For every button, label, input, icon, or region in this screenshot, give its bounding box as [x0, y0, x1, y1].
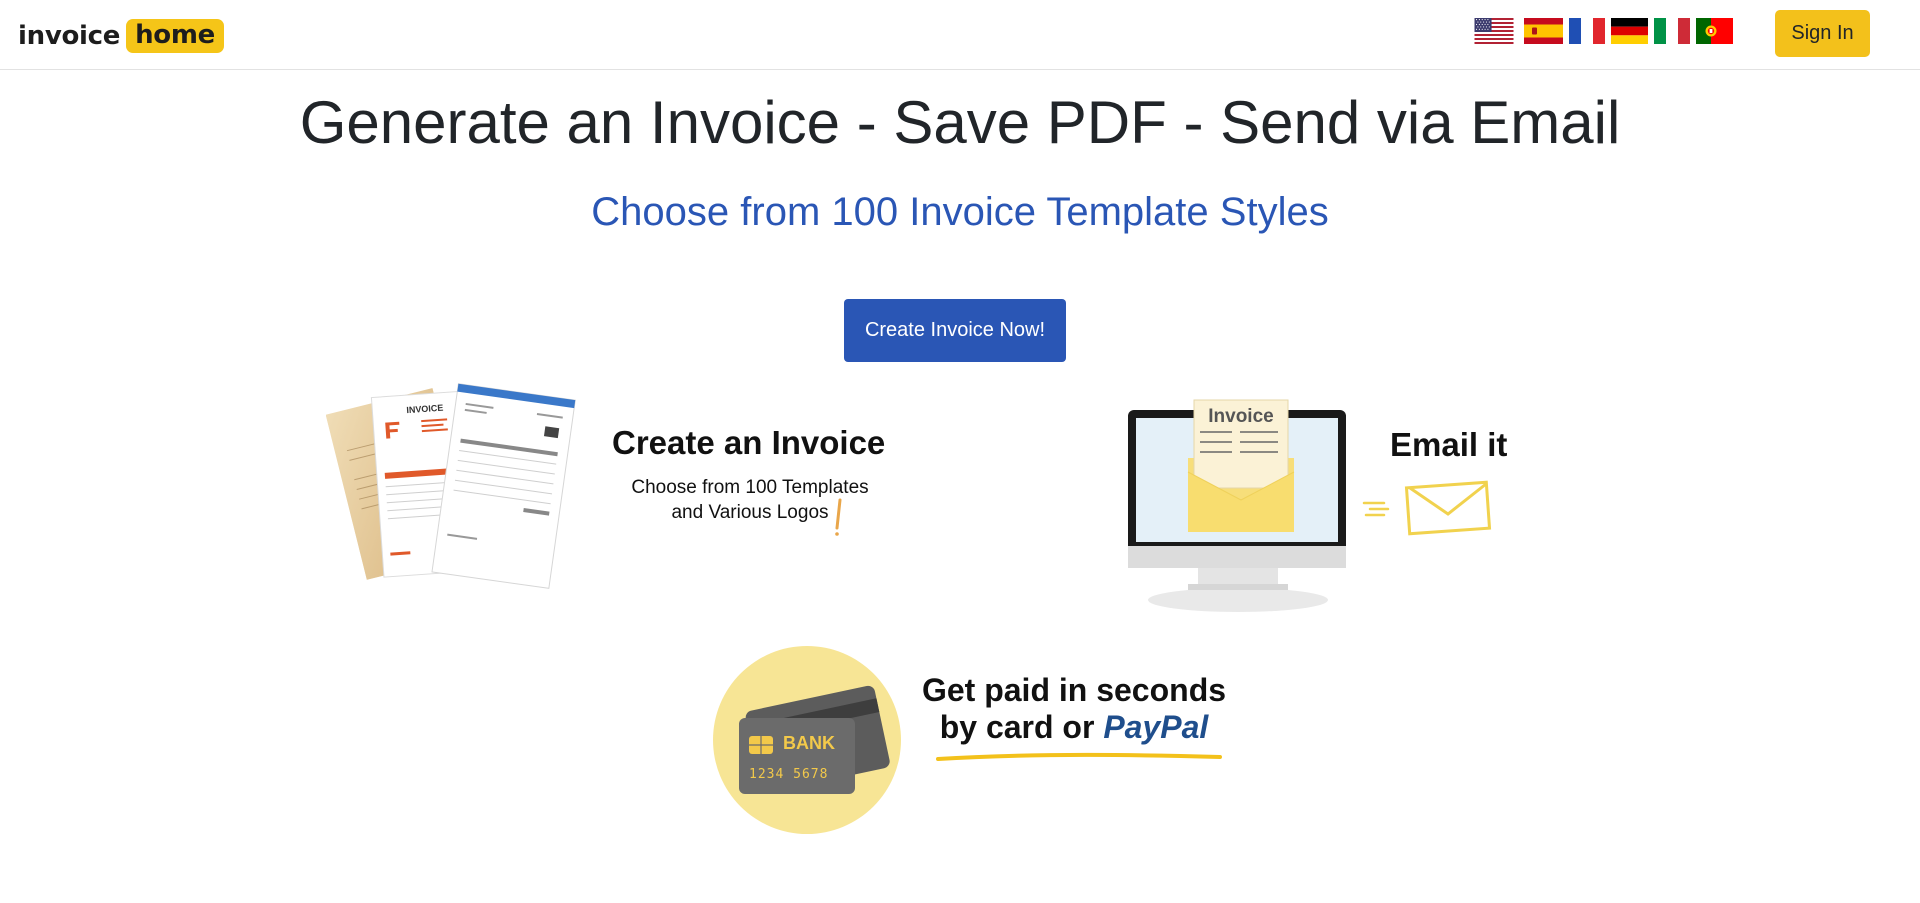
invoice-templates-illustration: INVOICE	[325, 380, 598, 595]
bank-card-illustration: BANK 1234 5678	[713, 646, 903, 836]
language-selector	[1470, 18, 1739, 44]
create-invoice-description: Choose from 100 Templates and Various Lo…	[612, 475, 888, 525]
italy-flag-icon[interactable]	[1654, 18, 1690, 44]
get-paid-title: Get paid in seconds by card or PayPal	[914, 672, 1234, 746]
page-subtitle: Choose from 100 Invoice Template Styles	[591, 190, 1329, 234]
logo-word-home: home	[126, 19, 224, 53]
envelope-sending-icon	[1362, 480, 1492, 536]
create-invoice-desc-line-2: and Various Logos	[671, 502, 829, 523]
create-invoice-title: Create an Invoice	[612, 424, 886, 461]
create-invoice-now-button[interactable]: Create Invoice Now!	[844, 299, 1066, 362]
page-title: Generate an Invoice - Save PDF - Send vi…	[299, 89, 1621, 156]
create-invoice-desc-line-1: Choose from 100 Templates	[631, 477, 869, 498]
invoice-letter-label: Invoice	[1208, 406, 1273, 427]
card-bank-label: BANK	[783, 733, 835, 753]
get-paid-line-2-prefix: by card or	[939, 709, 1104, 745]
sign-in-button[interactable]: Sign In	[1775, 10, 1870, 57]
email-it-title: Email it	[1390, 426, 1508, 463]
email-computer-illustration: Invoice	[1128, 398, 1350, 614]
germany-flag-icon[interactable]	[1611, 18, 1648, 44]
top-navbar: invoice home Sign In	[0, 0, 1920, 70]
us-flag-icon[interactable]	[1470, 18, 1518, 44]
card-number: 1234 5678	[749, 767, 828, 782]
paypal-brand-text: PayPal	[1103, 709, 1209, 745]
computer-monitor-icon: Invoice	[1128, 399, 1346, 612]
invoice-templates-icon: INVOICE	[325, 383, 576, 589]
yellow-underline-stroke	[936, 752, 1222, 761]
invoice-home-logo[interactable]: invoice home	[18, 17, 224, 55]
logo-word-invoice: invoice	[18, 21, 121, 51]
spain-flag-icon[interactable]	[1524, 18, 1563, 44]
get-paid-line-1: Get paid in seconds	[921, 672, 1227, 708]
portugal-flag-icon[interactable]	[1696, 18, 1733, 44]
get-paid-line-2: by card or PayPal	[914, 709, 1234, 746]
pencil-stroke-icon	[835, 498, 842, 536]
bank-card-icon: BANK 1234 5678	[713, 646, 901, 834]
france-flag-icon[interactable]	[1569, 18, 1605, 44]
